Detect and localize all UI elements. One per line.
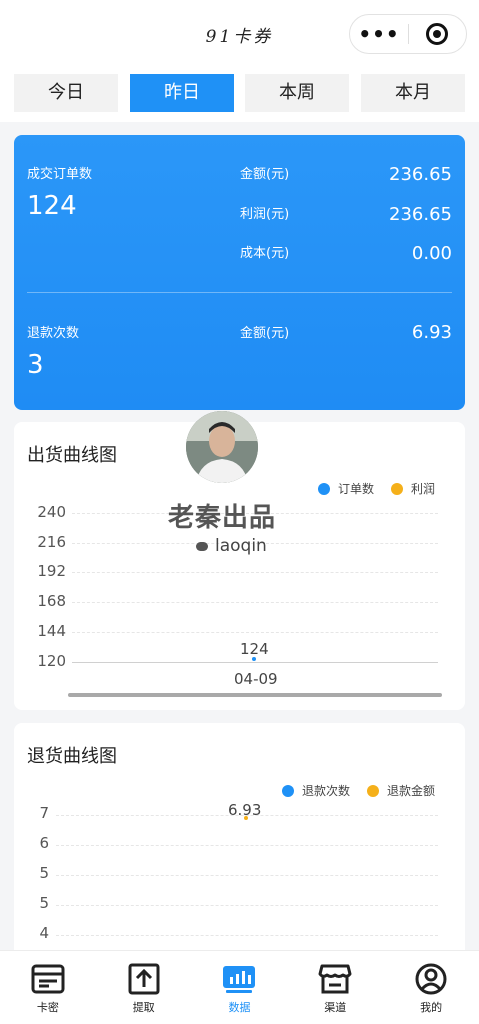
period-tabs: 今日 昨日 本周 本月	[0, 66, 479, 122]
legend-dot-refund-amount	[367, 784, 379, 797]
y-tick-label: 4	[39, 924, 49, 942]
tab-this-week[interactable]: 本周	[245, 74, 349, 112]
y-tick-label: 5	[39, 864, 49, 882]
nav-label-mine: 我的	[420, 1001, 443, 1014]
nav-label-extract: 提取	[132, 1001, 155, 1014]
user-icon	[415, 963, 447, 995]
nav-item-data[interactable]: 数据	[192, 951, 288, 1024]
refund-amount-value: 6.93	[411, 322, 452, 343]
grid-line	[72, 632, 438, 633]
title-bar: 91卡券 •••	[0, 0, 479, 66]
tab-today[interactable]: 今日	[14, 74, 118, 112]
nav-item-card[interactable]: 卡密	[0, 951, 96, 1024]
orders-value: 124	[27, 191, 77, 221]
close-target-icon[interactable]	[409, 23, 466, 45]
legend-dot-profit	[391, 482, 403, 495]
refund-chart-card: 退货曲线图 退款次数 退款金额 7 6 5 5 4 6.93	[14, 723, 465, 963]
grid-line	[72, 602, 438, 603]
nav-item-channel[interactable]: 渠道	[287, 951, 383, 1024]
legend-profit: 利润	[391, 480, 435, 497]
refund-chart-title: 退货曲线图	[27, 746, 117, 767]
legend-orders: 订单数	[318, 480, 374, 497]
amount-label: 金额(元)	[240, 167, 290, 182]
refund-count-label: 退款次数	[27, 326, 80, 341]
legend-label-refund-count: 退款次数	[302, 784, 351, 798]
y-tick-label: 192	[37, 562, 66, 580]
nav-item-extract[interactable]: 提取	[96, 951, 192, 1024]
tab-yesterday[interactable]: 昨日	[130, 74, 234, 112]
grid-line	[56, 875, 438, 876]
y-tick-label: 240	[37, 503, 66, 521]
avatar-image	[186, 411, 258, 483]
watermark-id-text: laoqin	[215, 536, 267, 556]
y-tick-label: 144	[37, 622, 66, 640]
stats-divider	[27, 292, 452, 293]
legend-refund-amount: 退款金额	[367, 782, 435, 799]
data-point-refund-amount	[244, 816, 248, 820]
watermark-id: laoqin	[196, 536, 267, 556]
grid-line	[56, 845, 438, 846]
data-point-orders	[252, 657, 256, 661]
legend-dot-orders	[318, 482, 330, 495]
more-icon[interactable]: •••	[350, 14, 408, 54]
cost-label: 成本(元)	[240, 246, 290, 261]
legend-label-profit: 利润	[411, 482, 436, 496]
nav-label-data: 数据	[228, 1001, 251, 1014]
shipping-chart-title: 出货曲线图	[27, 445, 117, 466]
legend-refund-count: 退款次数	[282, 782, 350, 799]
nav-label-channel: 渠道	[324, 1001, 347, 1014]
cost-value: 0.00	[411, 243, 452, 264]
upload-icon	[128, 963, 160, 995]
y-tick-label: 5	[39, 894, 49, 912]
store-icon	[318, 964, 352, 994]
y-tick-label: 6	[39, 834, 49, 852]
avatar	[186, 411, 258, 483]
stats-card: 成交订单数 124 金额(元) 236.65 利润(元) 236.65 成本(元…	[14, 135, 465, 410]
y-tick-label: 168	[37, 592, 66, 610]
y-tick-label: 120	[37, 652, 66, 670]
chart-scrollbar[interactable]	[68, 693, 442, 697]
y-tick-label: 7	[39, 804, 49, 822]
y-tick-label: 216	[37, 533, 66, 551]
data-label-orders: 124	[240, 640, 269, 658]
miniprogram-capsule: •••	[349, 14, 467, 54]
refund-amount-label: 金额(元)	[240, 326, 290, 341]
tab-this-month[interactable]: 本月	[361, 74, 465, 112]
x-axis-line	[72, 662, 438, 663]
chart-icon	[223, 966, 256, 993]
nav-item-mine[interactable]: 我的	[383, 951, 479, 1024]
x-tick-label: 04-09	[234, 670, 278, 688]
card-icon	[31, 964, 65, 994]
profit-value: 236.65	[389, 204, 452, 225]
legend-label-orders: 订单数	[338, 482, 375, 496]
nav-label-card: 卡密	[36, 1001, 59, 1014]
profit-label: 利润(元)	[240, 207, 290, 222]
bottom-nav: 卡密 提取 数据 渠道 我的	[0, 950, 479, 1024]
grid-line	[72, 572, 438, 573]
watermark-name: 老秦出品	[168, 503, 277, 533]
grid-line	[56, 935, 438, 936]
grid-line	[56, 905, 438, 906]
legend-label-refund-amount: 退款金额	[387, 784, 436, 798]
amount-value: 236.65	[389, 164, 452, 185]
orders-label: 成交订单数	[27, 167, 93, 182]
refund-count-value: 3	[27, 350, 44, 380]
wechat-icon	[196, 541, 208, 551]
legend-dot-refund-count	[282, 784, 294, 797]
